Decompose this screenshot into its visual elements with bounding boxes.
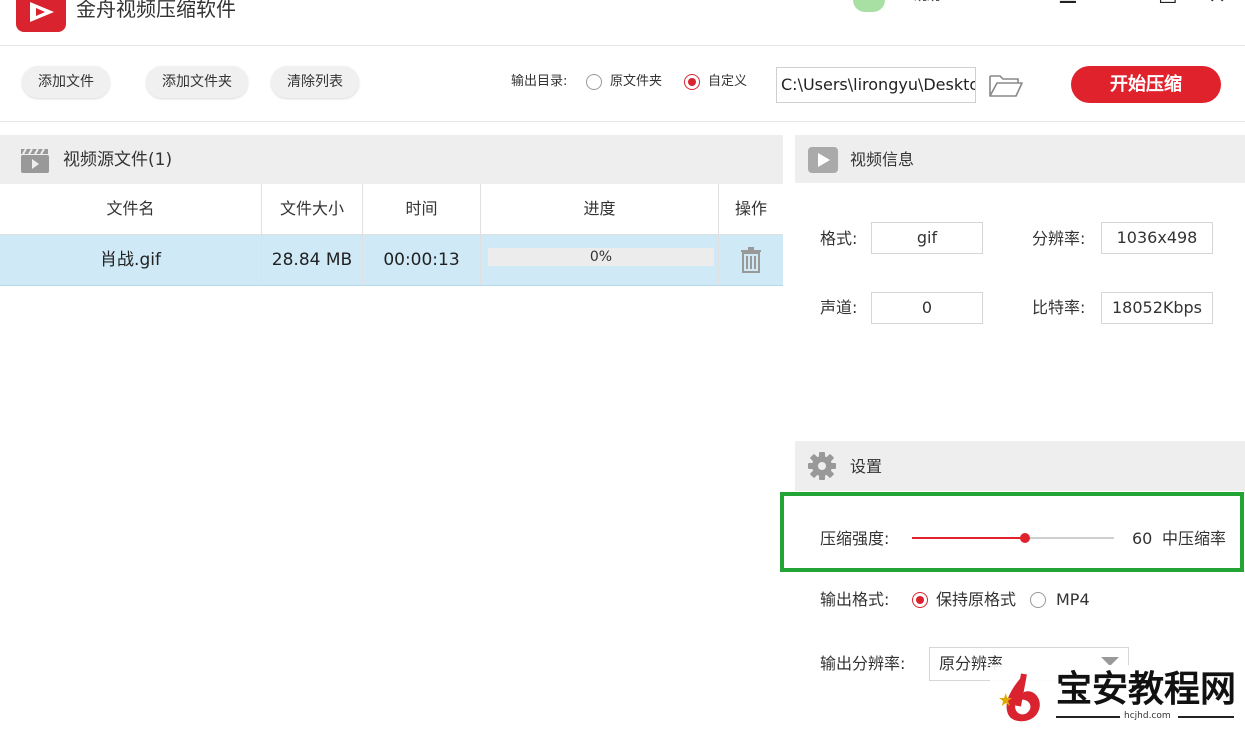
radio-custom-label[interactable]: 自定义 xyxy=(708,73,747,91)
menu-icon[interactable]: ☰ xyxy=(1058,0,1078,8)
app-title: 金舟视频压缩软件 xyxy=(76,0,236,21)
column-header-size: 文件大小 xyxy=(279,199,344,218)
file-name-cell: 肖战.gif xyxy=(100,250,161,270)
output-path-input[interactable]: C:\Users\lirongyu\Desktop xyxy=(776,67,976,103)
add-folder-button[interactable]: 添加文件夹 xyxy=(146,66,248,98)
compression-slider-fill xyxy=(912,537,1025,539)
format-label: 格式: xyxy=(820,229,858,248)
clapperboard-icon xyxy=(20,146,50,178)
user-name[interactable]: 观观 xyxy=(914,0,940,4)
close-icon[interactable]: ✕ xyxy=(1208,0,1226,8)
column-divider xyxy=(362,184,363,285)
app-logo-icon xyxy=(16,0,66,32)
column-header-progress: 进度 xyxy=(583,199,616,218)
video-play-icon xyxy=(808,147,838,173)
video-info-title: 视频信息 xyxy=(850,150,915,169)
folder-open-icon[interactable] xyxy=(988,72,1024,104)
channel-label: 声道: xyxy=(820,298,858,317)
compression-slider-thumb[interactable] xyxy=(1020,533,1030,543)
channel-value: 0 xyxy=(871,292,983,324)
radio-mp4-label[interactable]: MP4 xyxy=(1056,590,1090,610)
watermark-divider xyxy=(1178,716,1234,718)
clear-list-button[interactable]: 清除列表 xyxy=(271,66,359,98)
maximize-icon[interactable]: ☐ xyxy=(1158,0,1178,8)
bitrate-value: 18052Kbps xyxy=(1101,292,1213,324)
radio-source-folder-label[interactable]: 原文件夹 xyxy=(610,73,662,91)
add-file-button[interactable]: 添加文件 xyxy=(22,66,110,98)
watermark-logo-icon xyxy=(998,670,1050,730)
file-duration-cell: 00:00:13 xyxy=(383,250,460,270)
delete-trash-icon[interactable] xyxy=(739,247,763,277)
column-divider xyxy=(718,184,719,285)
radio-keep-format[interactable] xyxy=(912,592,928,608)
column-divider xyxy=(261,184,262,285)
output-resolution-label: 输出分辨率: xyxy=(820,654,906,673)
file-size-cell: 28.84 MB xyxy=(271,250,353,270)
compression-level: 中压缩率 xyxy=(1162,529,1227,548)
radio-source-folder[interactable] xyxy=(586,74,602,90)
output-format-label: 输出格式: xyxy=(820,590,890,609)
gear-icon xyxy=(806,451,838,485)
start-compress-button[interactable]: 开始压缩 xyxy=(1071,66,1221,103)
source-panel-title: 视频源文件(1) xyxy=(63,150,173,170)
bitrate-label: 比特率: xyxy=(1032,298,1086,317)
settings-title: 设置 xyxy=(850,457,883,476)
resolution-label: 分辨率: xyxy=(1032,229,1086,248)
radio-custom[interactable] xyxy=(684,74,700,90)
resolution-value: 1036x498 xyxy=(1101,222,1213,254)
column-divider xyxy=(480,184,481,285)
compression-label: 压缩强度: xyxy=(820,529,890,548)
watermark-url: hcjhd.com xyxy=(1124,711,1171,721)
output-dir-label: 输出目录: xyxy=(511,74,568,89)
toolbar-divider xyxy=(0,121,1245,122)
watermark-divider xyxy=(1056,716,1120,718)
radio-keep-format-label[interactable]: 保持原格式 xyxy=(936,590,1016,610)
column-header-filename: 文件名 xyxy=(106,199,155,218)
radio-mp4[interactable] xyxy=(1030,592,1046,608)
format-value: gif xyxy=(871,222,983,254)
compression-value: 60 xyxy=(1132,529,1153,548)
progress-text: 0% xyxy=(589,249,613,265)
vip-heart-icon: ♥ xyxy=(898,0,909,2)
column-header-time: 时间 xyxy=(405,199,438,218)
watermark-text: 宝安教程网 xyxy=(1056,668,1237,710)
column-header-action: 操作 xyxy=(734,199,767,218)
